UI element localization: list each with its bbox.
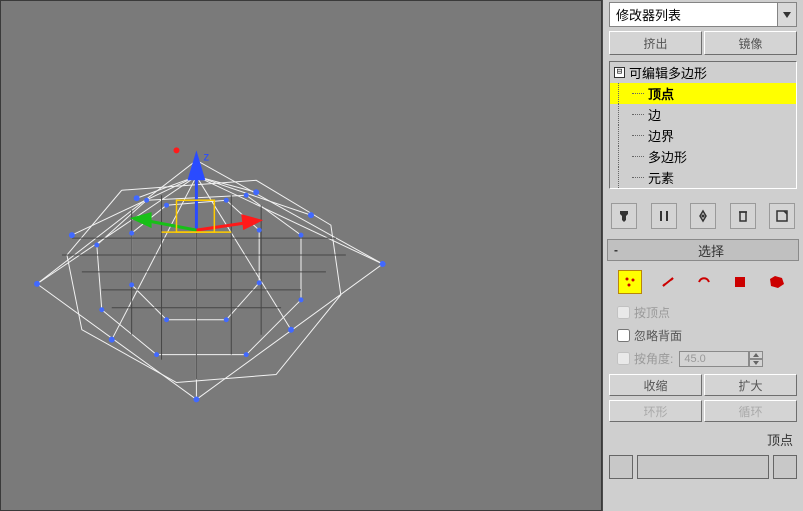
spinner-down-icon[interactable] [749,359,763,367]
bottom-tool-wide[interactable] [637,455,769,479]
loop-button[interactable]: 循环 [704,400,797,422]
pin-stack-icon[interactable] [611,203,637,229]
configure-sets-icon[interactable] [769,203,795,229]
axis-z-label: z [203,149,209,163]
modify-panel: 修改器列表 挤出 镜像 ⊟ 可编辑多边形 顶点 边 边界 多边形 元素 [602,0,803,511]
stack-item-polygon[interactable]: 多边形 [610,146,796,167]
extrude-button[interactable]: 挤出 [609,31,702,55]
remove-modifier-icon[interactable] [730,203,756,229]
chevron-down-icon [783,12,791,18]
viewport[interactable]: z [0,0,602,511]
bottom-tool-1[interactable] [609,455,633,479]
subobj-vertex-icon[interactable] [618,270,642,294]
subobj-border-icon[interactable] [693,271,715,293]
modifier-list-dropdown[interactable]: 修改器列表 [609,2,797,27]
angle-spinner[interactable]: 45.0 [679,351,749,367]
stack-item-element[interactable]: 元素 [610,167,796,188]
by-angle-checkbox[interactable]: 按角度: 45.0 [613,349,793,368]
app-root: z 修改器列表 挤出 镜像 [0,0,803,511]
rollup-collapse-icon: - [608,243,624,257]
stack-root[interactable]: ⊟ 可编辑多边形 [610,62,796,83]
viewport-scene: z [1,1,601,510]
subobj-edge-icon[interactable] [657,271,679,293]
grow-button[interactable]: 扩大 [704,374,797,396]
ring-button[interactable]: 环形 [609,400,702,422]
modifier-list-label: 修改器列表 [610,3,777,26]
subobj-polygon-icon[interactable] [729,271,751,293]
dropdown-arrow-button[interactable] [777,3,796,26]
modifier-stack[interactable]: ⊟ 可编辑多边形 顶点 边 边界 多边形 元素 [609,61,797,189]
subobj-element-icon[interactable] [766,271,788,293]
by-vertex-checkbox[interactable]: 按顶点 [613,303,793,322]
subobject-selector [611,269,795,295]
selection-hint: 顶点 [603,430,793,449]
spinner-up-icon[interactable] [749,351,763,359]
show-end-result-icon[interactable] [651,203,677,229]
stack-root-label: 可编辑多边形 [629,63,707,82]
mirror-button[interactable]: 镜像 [704,31,797,55]
stack-item-edge[interactable]: 边 [610,104,796,125]
collapse-icon[interactable]: ⊟ [614,67,625,78]
make-unique-icon[interactable] [690,203,716,229]
bottom-toolbar [609,455,797,479]
selection-rollup-header[interactable]: - 选择 [607,239,799,261]
shrink-button[interactable]: 收缩 [609,374,702,396]
bottom-tool-2[interactable] [773,455,797,479]
stack-item-border[interactable]: 边界 [610,125,796,146]
ignore-backfacing-checkbox[interactable]: 忽略背面 [613,326,793,345]
stack-item-vertex[interactable]: 顶点 [610,83,796,104]
rollup-title: 选择 [624,241,798,260]
